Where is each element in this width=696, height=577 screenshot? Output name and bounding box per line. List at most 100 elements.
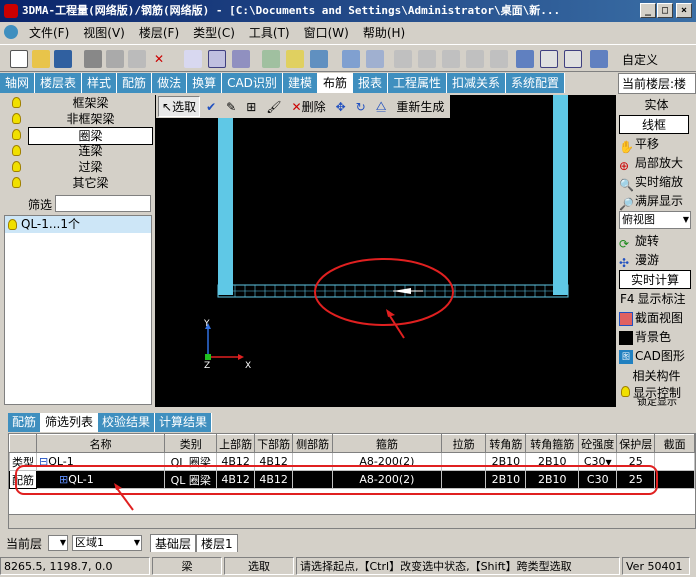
column-icon[interactable] xyxy=(516,50,534,68)
tab-rebar[interactable]: 配筋 xyxy=(8,413,42,432)
category-item[interactable]: 连梁 xyxy=(0,143,153,159)
floor-tab-floor1[interactable]: 楼层1 xyxy=(196,534,238,552)
confirm-icon[interactable]: ✔ xyxy=(202,96,220,117)
bulb-icon[interactable] xyxy=(12,145,21,156)
tool-a-icon[interactable] xyxy=(394,50,412,68)
realtime-calc-button[interactable]: 实时计算 xyxy=(619,270,691,289)
save-icon[interactable] xyxy=(54,50,72,68)
bulb-icon[interactable] xyxy=(12,161,21,172)
drawing-canvas[interactable]: Y Z X xyxy=(155,95,616,407)
lock-display-button[interactable]: 锁定显示 xyxy=(617,398,696,407)
menu-floor[interactable]: 楼层(F) xyxy=(132,24,186,41)
brush-icon[interactable]: 🖌 xyxy=(262,96,285,117)
show-label-button[interactable]: F4 显示标注 xyxy=(617,290,696,309)
maximize-button[interactable]: □ xyxy=(657,3,673,18)
menu-type[interactable]: 类型(C) xyxy=(186,24,242,41)
menu-window[interactable]: 窗口(W) xyxy=(297,24,356,41)
wireframe-button[interactable]: 线框 xyxy=(619,115,689,134)
tab-filter-list[interactable]: 筛选列表 xyxy=(41,413,99,432)
grid-icon[interactable] xyxy=(184,50,202,68)
section-view-button[interactable]: 截面视图 xyxy=(617,309,696,328)
move-icon[interactable]: ✥ xyxy=(332,96,350,117)
frame-icon[interactable]: ⊞ xyxy=(242,96,260,117)
menu-file[interactable]: 文件(F) xyxy=(22,24,76,41)
ortho-icon[interactable] xyxy=(564,50,582,68)
layer-select[interactable] xyxy=(48,535,69,551)
category-item[interactable]: 框架梁 xyxy=(0,95,153,111)
tab-style[interactable]: 样式 xyxy=(82,73,118,93)
cad-graphic-button[interactable]: 图 CAD图形 xyxy=(617,347,696,366)
cut-icon[interactable] xyxy=(84,50,102,68)
fit-screen-button[interactable]: 🔎满屏显示 xyxy=(617,192,696,211)
tab-axis[interactable]: 轴网 xyxy=(0,73,36,93)
snap-icon[interactable] xyxy=(540,50,558,68)
minimize-button[interactable]: _ xyxy=(640,3,656,18)
layout-icon[interactable] xyxy=(342,50,360,68)
tab-conversion[interactable]: 换算 xyxy=(187,73,223,93)
tool-c-icon[interactable] xyxy=(442,50,460,68)
tab-deduction[interactable]: 扣减关系 xyxy=(447,73,507,93)
tab-cad-recognition[interactable]: CAD识别 xyxy=(222,73,283,93)
background-color-button[interactable]: 背景色 xyxy=(617,328,696,347)
customize-label[interactable]: 自定义 xyxy=(622,51,658,68)
bulb-icon[interactable] xyxy=(12,177,21,188)
floor-tab-foundation[interactable]: 基础层 xyxy=(150,534,197,552)
roam-button[interactable]: ✣ 漫游 xyxy=(617,251,696,270)
tab-project-properties[interactable]: 工程属性 xyxy=(387,73,447,93)
category-item[interactable]: 圈梁 xyxy=(0,127,153,145)
tab-method[interactable]: 做法 xyxy=(152,73,188,93)
menu-tools[interactable]: 工具(T) xyxy=(242,24,297,41)
tab-report[interactable]: 报表 xyxy=(352,73,388,93)
tab-rebar-layout[interactable]: 布筋 xyxy=(317,73,353,93)
new-icon[interactable] xyxy=(10,50,28,68)
tab-calc-results[interactable]: 计算结果 xyxy=(155,413,213,432)
rotate-button[interactable]: ⟳ 旋转 xyxy=(617,232,696,251)
category-item[interactable]: 其它梁 xyxy=(0,175,153,191)
bulb-icon[interactable] xyxy=(12,97,21,108)
list-item[interactable]: QL-1...1个 xyxy=(5,216,151,233)
edit-icon[interactable]: ✎ xyxy=(222,96,240,117)
filter-input[interactable] xyxy=(55,195,151,212)
tab-system-config[interactable]: 系统配置 xyxy=(506,73,566,93)
tab-floor-table[interactable]: 楼层表 xyxy=(35,73,83,93)
close-button[interactable]: × xyxy=(676,3,692,18)
zoom-local-button[interactable]: ⊕ 局部放大 xyxy=(617,154,696,173)
tool-d-icon[interactable] xyxy=(466,50,484,68)
report-icon[interactable] xyxy=(310,50,328,68)
paste-icon[interactable] xyxy=(128,50,146,68)
wand-icon[interactable] xyxy=(286,50,304,68)
home-icon[interactable] xyxy=(590,50,608,68)
tab-check-results[interactable]: 校验结果 xyxy=(98,413,156,432)
zoom-realtime-button[interactable]: 🔍实时缩放 xyxy=(617,173,696,192)
display-control-button[interactable]: 显示控制 xyxy=(617,386,696,398)
tab-modeling[interactable]: 建模 xyxy=(282,73,318,93)
copy-icon[interactable] xyxy=(106,50,124,68)
horizontal-scrollbar[interactable] xyxy=(9,514,695,528)
region-select[interactable]: 区域1 xyxy=(72,535,143,551)
regenerate-button[interactable]: 重新生成 xyxy=(392,96,448,117)
table-icon[interactable] xyxy=(208,50,226,68)
mirror-icon[interactable]: ⧋ xyxy=(372,96,391,117)
delete-icon[interactable]: ✕ xyxy=(150,50,168,68)
tool-e-icon[interactable] xyxy=(490,50,508,68)
select-button[interactable]: ↖ 选取 xyxy=(158,96,201,117)
pan-button[interactable]: ✋平移 xyxy=(617,135,696,154)
property-icon[interactable] xyxy=(262,50,280,68)
category-item[interactable]: 非框架梁 xyxy=(0,111,153,127)
tab-reinforcement[interactable]: 配筋 xyxy=(117,73,153,93)
delete-button[interactable]: ✕ 删除 xyxy=(288,96,330,117)
bulb-icon[interactable] xyxy=(12,129,21,140)
category-item[interactable]: 过梁 xyxy=(0,159,153,175)
menu-help[interactable]: 帮助(H) xyxy=(356,24,412,41)
menu-view[interactable]: 视图(V) xyxy=(76,24,132,41)
rotate-icon[interactable]: ↻ xyxy=(352,96,370,117)
image-icon[interactable] xyxy=(232,50,250,68)
bulb-icon[interactable] xyxy=(12,113,21,124)
tool-b-icon[interactable] xyxy=(418,50,436,68)
layers-icon[interactable] xyxy=(366,50,384,68)
app-menu-icon[interactable] xyxy=(4,25,18,39)
view-select[interactable]: 俯视图 xyxy=(619,211,691,229)
solid-button[interactable]: 实体 xyxy=(617,96,696,115)
open-icon[interactable] xyxy=(32,50,50,68)
bulb-icon[interactable] xyxy=(8,219,17,230)
